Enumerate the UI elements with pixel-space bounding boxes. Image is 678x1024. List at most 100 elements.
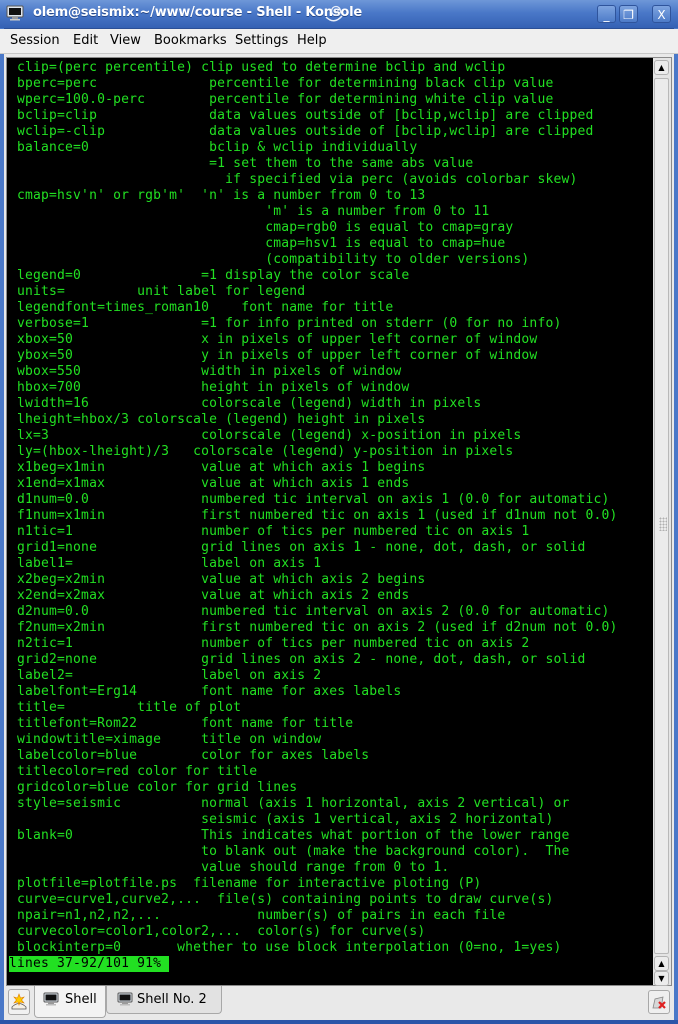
grip-icon: [659, 517, 667, 531]
terminal-line: bclip=clip data values outside of [bclip…: [9, 108, 594, 123]
terminal-line: wperc=100.0-perc percentile for determin…: [9, 92, 554, 107]
scroll-up-button-top[interactable]: ▲: [654, 60, 669, 75]
close-session-button[interactable]: [648, 990, 670, 1014]
terminal-line: blockinterp=0 whether to use block inter…: [9, 940, 562, 955]
window-frame-left: [0, 28, 4, 1024]
terminal-line: f2num=x2min first numbered tic on axis 2…: [9, 620, 618, 635]
terminal-line: clip=(perc percentile) clip used to dete…: [9, 60, 506, 75]
arrow-up-icon: ▲: [658, 63, 665, 72]
terminal-line: labelcolor=blue color for axes labels: [9, 748, 370, 763]
window-frame-right: [674, 28, 678, 1024]
terminal-line: label2= label on axis 2: [9, 668, 322, 683]
new-session-icon: [11, 993, 27, 1010]
terminal-line: bperc=perc percentile for determining bl…: [9, 76, 554, 91]
terminal-line: d1num=0.0 numbered tic interval on axis …: [9, 492, 610, 507]
menu-help[interactable]: Help: [297, 33, 327, 48]
minimize-button[interactable]: _: [597, 5, 616, 23]
terminal-icon[interactable]: [6, 5, 24, 21]
terminal-line: cmap=rgb0 is equal to cmap=gray: [9, 220, 514, 235]
scroll-down-button[interactable]: ▼: [654, 971, 669, 986]
terminal-line: xbox=50 x in pixels of upper left corner…: [9, 332, 538, 347]
terminal-line: npair=n1,n2,n2,... number(s) of pairs in…: [9, 908, 506, 923]
terminal-line: ly=(hbox-lheight)/3 colorscale (legend) …: [9, 444, 514, 459]
terminal-line: windowtitle=ximage title on window: [9, 732, 322, 747]
maximize-button[interactable]: ❐: [619, 5, 638, 23]
tab-shell[interactable]: Shell: [34, 986, 106, 1018]
terminal-icon: [43, 992, 59, 1006]
terminal-line: value should range from 0 to 1.: [9, 860, 450, 875]
terminal-line: curve=curve1,curve2,... file(s) containi…: [9, 892, 554, 907]
tab-shell-no-2[interactable]: Shell No. 2: [106, 986, 222, 1014]
terminal-line: cmap=hsv1 is equal to cmap=hue: [9, 236, 506, 251]
terminal-line: label1= label on axis 1: [9, 556, 322, 571]
terminal-line: f1num=x1min first numbered tic on axis 1…: [9, 508, 618, 523]
terminal-line: 'm' is a number from 0 to 11: [9, 204, 490, 219]
terminal-line: balance=0 bclip & wclip individually: [9, 140, 418, 155]
terminal-line: n2tic=1 number of tics per numbered tic …: [9, 636, 530, 651]
terminal-line: x1beg=x1min value at which axis 1 begins: [9, 460, 426, 475]
minimize-icon: _: [603, 8, 610, 22]
terminal-line: lheight=hbox/3 colorscale (legend) heigh…: [9, 412, 426, 427]
terminal-line: grid2=none grid lines on axis 2 - none, …: [9, 652, 586, 667]
close-icon: X: [657, 8, 666, 22]
pager-status-line: lines 37-92/101 91%: [9, 956, 170, 972]
terminal-line: legendfont=times_roman10 font name for t…: [9, 300, 394, 315]
title-bar: olem@seismix:~/www/course - Shell - Kons…: [0, 0, 678, 29]
terminal-line: ybox=50 y in pixels of upper left corner…: [9, 348, 538, 363]
terminal-line: cmap=hsv'n' or rgb'm' 'n' is a number fr…: [9, 188, 426, 203]
terminal-line: x2beg=x2min value at which axis 2 begins: [9, 572, 426, 587]
menu-settings[interactable]: Settings: [235, 33, 288, 48]
terminal-line: titlefont=Rom22 font name for title: [9, 716, 354, 731]
menu-edit[interactable]: Edit: [73, 33, 98, 48]
terminal-area[interactable]: clip=(perc percentile) clip used to dete…: [7, 58, 653, 985]
terminal-line: =1 set them to the same abs value: [9, 156, 474, 171]
arrow-up-icon: ▲: [658, 959, 665, 968]
terminal-line: labelfont=Erg14 font name for axes label…: [9, 684, 402, 699]
terminal-line: titlecolor=red color for title: [9, 764, 258, 779]
window-frame-bottom: [0, 1020, 678, 1024]
menu-session[interactable]: Session: [10, 33, 60, 48]
session-tab-bar: Shell Shell No. 2: [4, 986, 674, 1020]
terminal-line: verbose=1 =1 for info printed on stderr …: [9, 316, 562, 331]
terminal-line: title= title of plot: [9, 700, 242, 715]
pager-status-row: lines 37-92/101 91%: [9, 956, 618, 972]
terminal-line: plotfile=plotfile.ps filename for intera…: [9, 876, 482, 891]
terminal-line: wbox=550 width in pixels of window: [9, 364, 402, 379]
terminal-line: n1tic=1 number of tics per numbered tic …: [9, 524, 530, 539]
terminal-line: style=seismic normal (axis 1 horizontal,…: [9, 796, 570, 811]
maximize-icon: ❐: [623, 8, 634, 22]
scrollbar-thumb[interactable]: [654, 78, 669, 954]
scroll-up-button[interactable]: ▲: [654, 956, 669, 971]
terminal-line: d2num=0.0 numbered tic interval on axis …: [9, 604, 610, 619]
tab-label: Shell No. 2: [137, 992, 207, 1007]
terminal-line: curvecolor=color1,color2,... color(s) fo…: [9, 924, 426, 939]
terminal-line: to blank out (make the background color)…: [9, 844, 570, 859]
terminal-line: lwidth=16 colorscale (legend) width in p…: [9, 396, 482, 411]
terminal-line: seismic (axis 1 vertical, axis 2 horizon…: [9, 812, 554, 827]
terminal-line: blank=0 This indicates what portion of t…: [9, 828, 570, 843]
terminal-line: legend=0 =1 display the color scale: [9, 268, 410, 283]
window-title: olem@seismix:~/www/course - Shell - Kons…: [33, 5, 362, 20]
terminal-line: lx=3 colorscale (legend) x-position in p…: [9, 428, 522, 443]
new-session-button[interactable]: [8, 989, 30, 1015]
close-button[interactable]: X: [652, 5, 671, 23]
terminal-output: clip=(perc percentile) clip used to dete…: [9, 60, 618, 972]
arrow-down-icon: ▼: [658, 974, 665, 983]
terminal-line: x2end=x2max value at which axis 2 ends: [9, 588, 410, 603]
terminal-line: hbox=700 height in pixels of window: [9, 380, 410, 395]
terminal-line: grid1=none grid lines on axis 1 - none, …: [9, 540, 586, 555]
menu-view[interactable]: View: [110, 33, 141, 48]
menu-bar: Session Edit View Bookmarks Settings Hel…: [0, 29, 678, 54]
close-session-icon: [652, 996, 666, 1009]
terminal-line: x1end=x1max value at which axis 1 ends: [9, 476, 410, 491]
terminal-icon: [117, 992, 133, 1006]
vertical-scrollbar[interactable]: ▲ ▲ ▼: [653, 58, 671, 986]
terminal-line: (compatibility to older versions): [9, 252, 530, 267]
konsole-swirl-icon: [325, 5, 343, 22]
menu-bookmarks[interactable]: Bookmarks: [154, 33, 227, 48]
terminal-line: units= unit label for legend: [9, 284, 306, 299]
terminal-line: wclip=-clip data values outside of [bcli…: [9, 124, 594, 139]
terminal-line: if specified via perc (avoids colorbar s…: [9, 172, 578, 187]
tab-label: Shell: [65, 992, 97, 1007]
terminal-line: gridcolor=blue color for grid lines: [9, 780, 298, 795]
